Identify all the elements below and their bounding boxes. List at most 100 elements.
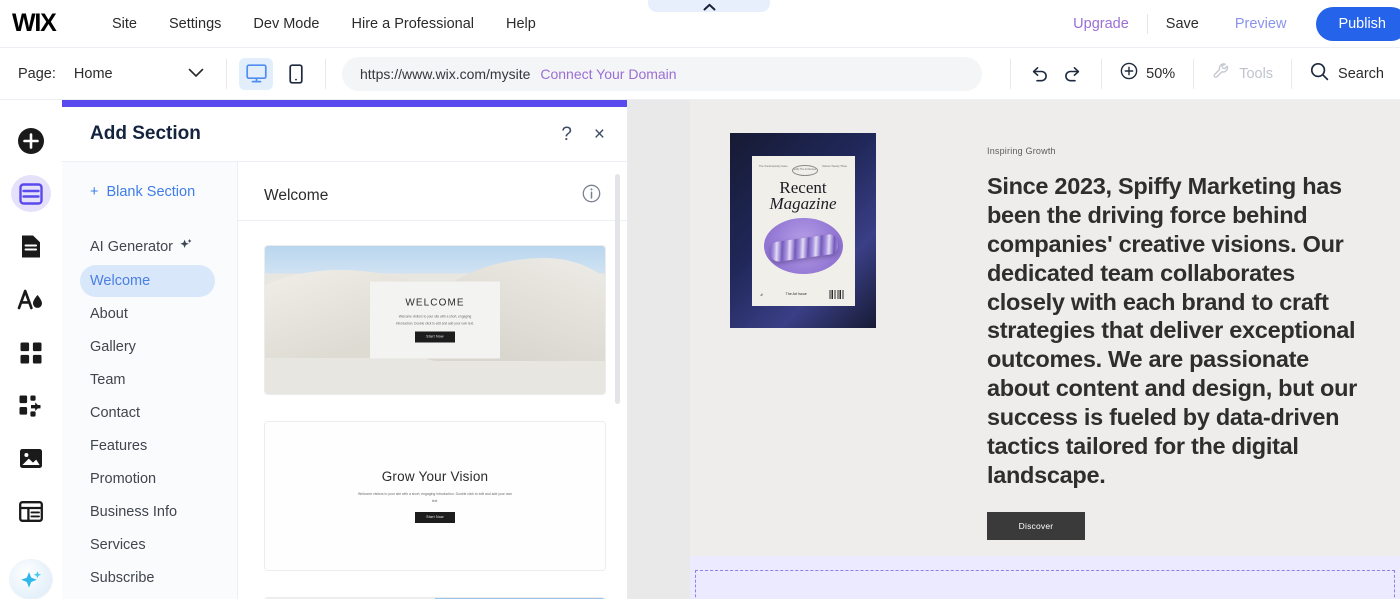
connect-domain-link[interactable]: Connect Your Domain: [540, 66, 676, 82]
sidebar-item-media[interactable]: [11, 440, 51, 477]
collapse-toolbar-tab[interactable]: [648, 0, 770, 12]
editor-toolbar: Page: Home https://www.wix.com/mysite Co…: [0, 48, 1400, 100]
magazine-image[interactable]: The Contemporary Issue Spiffy The Art Re…: [730, 133, 876, 328]
tools-label: Tools: [1239, 65, 1274, 82]
main-menu: Site Settings Dev Mode Hire a Profession…: [96, 10, 552, 38]
tools-button[interactable]: Tools: [1194, 62, 1291, 85]
category-label: Welcome: [90, 273, 151, 289]
search-icon: [1310, 62, 1329, 86]
template-card-welcome-dune[interactable]: WELCOME Welcome visitors to your site wi…: [264, 245, 606, 395]
close-icon[interactable]: ×: [594, 125, 605, 144]
history-controls: [1011, 48, 1101, 100]
template-body: Welcome visitors to your site with a sho…: [358, 492, 512, 503]
undo-button[interactable]: [1029, 65, 1049, 83]
sidebar-item-add-elements[interactable]: [11, 122, 51, 159]
chain-shape: [768, 232, 839, 263]
menu-item-site[interactable]: Site: [96, 10, 153, 38]
zoom-in-icon: [1120, 62, 1138, 85]
save-button[interactable]: Save: [1148, 16, 1217, 32]
magazine-hash: #: [760, 291, 763, 297]
headline-text[interactable]: Since 2023, Spiffy Marketing has been th…: [987, 172, 1359, 490]
template-title: WELCOME: [405, 297, 465, 309]
help-icon[interactable]: ?: [561, 125, 572, 144]
sparkle-icon: [179, 238, 193, 256]
sidebar-item-team[interactable]: Team: [62, 364, 237, 396]
template-button: Start Now: [415, 511, 455, 523]
menu-item-dev-mode[interactable]: Dev Mode: [237, 10, 335, 38]
magazine-title-line2: Magazine: [769, 194, 837, 214]
magazine-top-right-text: Volume Twenty Three: [821, 164, 847, 168]
editor-canvas[interactable]: The Contemporary Issue Spiffy The Art Re…: [628, 100, 1400, 599]
page-selector[interactable]: Page: Home: [0, 48, 226, 100]
magazine-cover: The Contemporary Issue Spiffy The Art Re…: [751, 155, 855, 306]
sidebar-item-sections[interactable]: [11, 175, 51, 213]
device-switcher: [227, 57, 325, 90]
sections-icon: [19, 182, 43, 205]
sidebar-item-about[interactable]: About: [62, 298, 237, 330]
panel-body: + Blank Section AI Generator Welcome Abo…: [62, 162, 627, 599]
category-sidebar: + Blank Section AI Generator Welcome Abo…: [62, 162, 238, 599]
sidebar-item-services[interactable]: Services: [62, 529, 237, 561]
menu-item-help[interactable]: Help: [490, 10, 552, 38]
mobile-icon: [289, 63, 303, 84]
page-content: The Contemporary Issue Spiffy The Art Re…: [690, 100, 1400, 599]
info-icon[interactable]: [582, 184, 601, 208]
redo-button[interactable]: [1063, 65, 1083, 83]
menu-item-settings[interactable]: Settings: [153, 10, 237, 38]
desktop-view-button[interactable]: [239, 57, 273, 90]
mobile-view-button[interactable]: [279, 58, 313, 90]
panel-header-actions: ? ×: [561, 125, 605, 144]
category-list: AI Generator Welcome About Gallery Team …: [62, 230, 237, 594]
sidebar-item-cms[interactable]: [11, 493, 51, 530]
category-label: Team: [90, 372, 126, 388]
wrench-icon: [1212, 62, 1231, 85]
search-button[interactable]: Search: [1292, 62, 1400, 86]
upgrade-link[interactable]: Upgrade: [1055, 16, 1147, 32]
left-tool-rail: [0, 100, 62, 599]
add-section-panel: Add Section ? × + Blank Section AI Gener…: [62, 100, 628, 599]
site-url-bar[interactable]: https://www.wix.com/mysite Connect Your …: [342, 56, 982, 91]
search-label: Search: [1338, 65, 1384, 82]
category-label: About: [90, 306, 128, 322]
undo-icon: [1032, 66, 1047, 81]
panel-accent-bar: [62, 100, 627, 107]
sidebar-item-site-theme[interactable]: [11, 281, 51, 318]
magazine-artwork: [763, 217, 843, 274]
sidebar-item-add-apps[interactable]: [11, 387, 51, 424]
wix-logo[interactable]: WIX: [12, 9, 74, 38]
sidebar-item-ai-assistant[interactable]: [10, 560, 52, 599]
zoom-level-value: 50%: [1146, 65, 1176, 82]
section-title: Welcome: [264, 187, 329, 204]
template-content: Grow Your Vision Welcome visitors to you…: [265, 422, 605, 570]
sidebar-item-features[interactable]: Features: [62, 430, 237, 462]
sidebar-item-subscribe[interactable]: Subscribe: [62, 562, 237, 594]
template-overlay-card: WELCOME Welcome visitors to your site wi…: [370, 281, 500, 359]
category-label: Promotion: [90, 471, 157, 487]
sidebar-item-gallery[interactable]: Gallery: [62, 331, 237, 363]
blank-section-button[interactable]: + Blank Section: [62, 180, 237, 200]
sidebar-item-contact[interactable]: Contact: [62, 397, 237, 429]
category-label: Services: [90, 537, 146, 553]
publish-button[interactable]: Publish: [1316, 7, 1400, 41]
zoom-control[interactable]: 50%: [1102, 62, 1193, 85]
sidebar-item-ai-generator[interactable]: AI Generator: [62, 230, 237, 264]
section-dropzone[interactable]: [690, 556, 1400, 599]
template-title: Grow Your Vision: [381, 469, 489, 485]
discover-button[interactable]: Discover: [987, 511, 1085, 540]
category-label: Features: [90, 438, 148, 454]
magazine-title: Recent Magazine: [769, 179, 837, 214]
menu-item-hire-a-professional[interactable]: Hire a Professional: [336, 10, 491, 38]
sidebar-item-pages-menu[interactable]: [11, 228, 51, 265]
category-label: Business Info: [90, 504, 178, 520]
apps-grid-icon: [20, 342, 42, 364]
sidebar-item-welcome[interactable]: Welcome: [80, 265, 215, 297]
sidebar-item-apps[interactable]: [11, 334, 51, 371]
dropzone-outline: [695, 570, 1395, 599]
template-card-grow-your-vision[interactable]: Grow Your Vision Welcome visitors to you…: [264, 421, 606, 571]
sidebar-item-business-info[interactable]: Business Info: [62, 496, 237, 528]
panel-scrollbar[interactable]: [615, 174, 620, 404]
preview-button[interactable]: Preview: [1217, 16, 1305, 32]
barcode-icon: [829, 289, 846, 299]
sidebar-item-promotion[interactable]: Promotion: [62, 463, 237, 495]
top-actions: Upgrade Save Preview Publish: [1055, 0, 1400, 48]
